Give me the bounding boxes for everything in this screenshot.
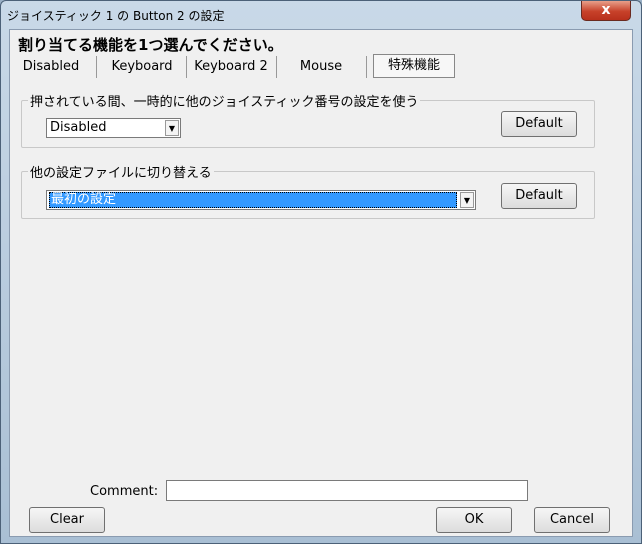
tab-mouse[interactable]: Mouse: [290, 56, 352, 78]
switch-config-legend: 他の設定ファイルに切り替える: [28, 162, 214, 181]
tab-special-functions[interactable]: 特殊機能: [373, 54, 455, 78]
ok-button[interactable]: OK: [436, 507, 512, 533]
config-file-value: 最初の設定: [49, 192, 457, 208]
tab-separator: [186, 56, 187, 78]
instruction-text: 割り当てる機能を1つ選んでください。: [18, 36, 283, 54]
clear-button[interactable]: Clear: [29, 507, 105, 533]
chevron-down-icon[interactable]: ▼: [460, 192, 474, 208]
config-file-select[interactable]: 最初の設定 ▼: [46, 190, 476, 210]
close-icon: x: [601, 2, 611, 18]
default-button-1[interactable]: Default: [501, 111, 577, 137]
cancel-button[interactable]: Cancel: [534, 507, 610, 533]
joystick-number-value: Disabled: [50, 120, 107, 135]
comment-field[interactable]: [166, 480, 528, 501]
dialog-client-area: 割り当てる機能を1つ選んでください。 Disabled Keyboard Key…: [9, 29, 633, 537]
temporary-joystick-legend: 押されている間、一時的に他のジョイスティック番号の設定を使う: [28, 91, 421, 110]
tab-keyboard[interactable]: Keyboard: [106, 56, 178, 78]
tab-disabled[interactable]: Disabled: [18, 56, 84, 78]
chevron-down-icon[interactable]: ▼: [165, 120, 179, 136]
comment-label: Comment:: [90, 484, 159, 499]
title-bar[interactable]: ジョイスティック 1 の Button 2 の設定 x: [1, 1, 641, 29]
close-button[interactable]: x: [581, 1, 631, 21]
tab-separator: [366, 56, 367, 78]
tab-separator: [96, 56, 97, 78]
joystick-number-select[interactable]: Disabled ▼: [46, 118, 181, 138]
window-title: ジョイスティック 1 の Button 2 の設定: [7, 9, 225, 23]
default-button-2[interactable]: Default: [501, 183, 577, 209]
dialog-window: ジョイスティック 1 の Button 2 の設定 x 割り当てる機能を1つ選ん…: [0, 0, 642, 544]
tab-keyboard-2[interactable]: Keyboard 2: [192, 56, 270, 78]
tab-separator: [276, 56, 277, 78]
